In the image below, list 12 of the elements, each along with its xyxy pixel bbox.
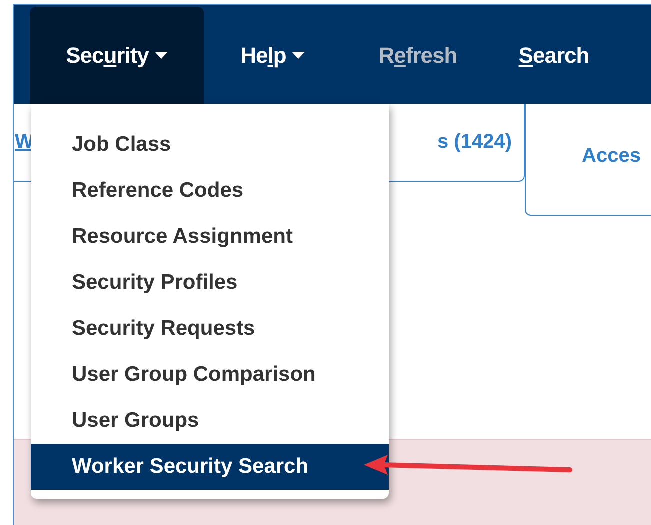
menu-item[interactable]: Security	[30, 7, 204, 104]
tab[interactable]: Acces	[525, 104, 651, 216]
menu-item[interactable]: User Groups	[31, 398, 389, 444]
menu-item[interactable]: Security Profiles	[31, 260, 389, 306]
menu-item[interactable]: Worker Security Search	[31, 444, 389, 490]
menu-item[interactable]: Resource Assignment	[31, 214, 389, 260]
menu-item[interactable]: Help	[204, 7, 342, 104]
menu-item[interactable]: Security Requests	[31, 306, 389, 352]
menu-item[interactable]: Search	[494, 7, 614, 104]
menu-item[interactable]: Job Class	[31, 122, 389, 168]
menu-item[interactable]: Reference Codes	[31, 168, 389, 214]
menu-item[interactable]: User Group Comparison	[31, 352, 389, 398]
